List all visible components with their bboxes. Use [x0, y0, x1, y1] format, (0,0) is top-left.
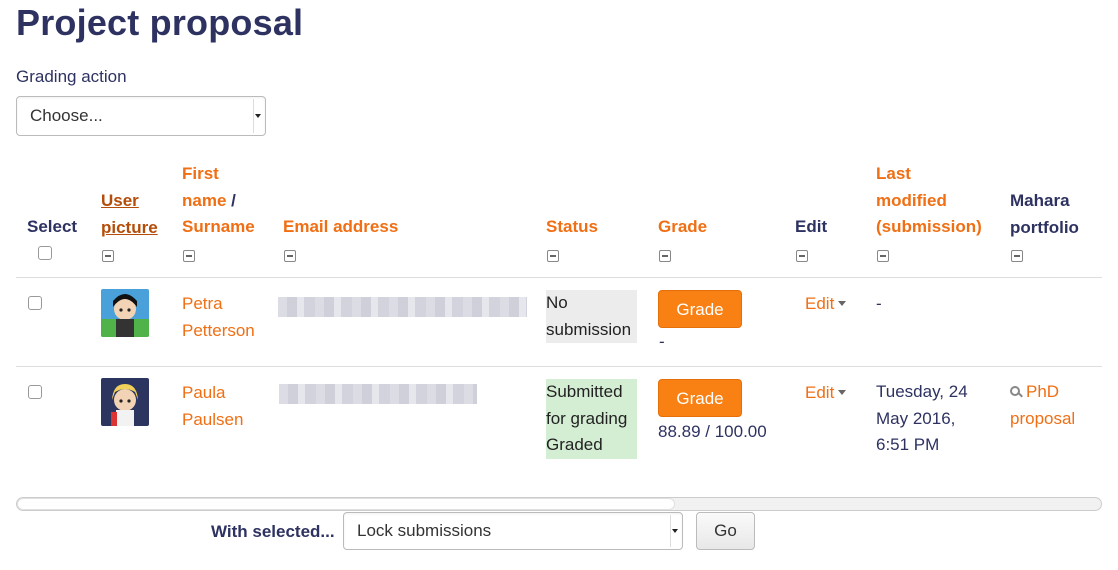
col-grade[interactable]: Grade — [658, 214, 707, 241]
collapse-icon[interactable] — [547, 250, 559, 262]
email-redacted — [278, 297, 527, 317]
col-status[interactable]: Status — [546, 214, 598, 241]
magnifier-icon — [1010, 386, 1020, 396]
last-modified: - — [876, 294, 882, 313]
row-checkbox[interactable] — [28, 296, 42, 310]
page-title: Project proposal — [16, 2, 304, 43]
row-checkbox[interactable] — [28, 385, 42, 399]
grade-value: 88.89 / 100.00 — [658, 422, 767, 441]
col-email[interactable]: Email address — [283, 214, 398, 241]
dropdown-caret-icon — [838, 390, 847, 395]
col-name[interactable]: First name / Surname — [182, 161, 255, 241]
collapse-icon[interactable] — [284, 250, 296, 262]
grade-value: - — [659, 332, 665, 351]
bulk-action-selected: Lock submissions — [357, 521, 492, 540]
collapse-icon[interactable] — [796, 250, 808, 262]
dropdown-caret-icon — [672, 529, 678, 533]
edit-menu[interactable]: Edit — [805, 294, 847, 314]
col-select: Select — [27, 217, 78, 236]
row-divider — [16, 366, 1102, 367]
collapse-icon[interactable] — [877, 250, 889, 262]
user-name[interactable]: Petra Petterson — [182, 291, 255, 344]
grade-button[interactable]: Grade — [658, 379, 742, 417]
collapse-icon[interactable] — [659, 250, 671, 262]
collapse-icon[interactable] — [1011, 250, 1023, 262]
col-mahara: Mahara portfolio — [1010, 191, 1079, 237]
avatar[interactable] — [101, 378, 149, 426]
last-modified: Tuesday, 24 May 2016, 6:51 PM — [876, 382, 968, 454]
horizontal-scrollbar[interactable] — [16, 497, 1102, 511]
user-name[interactable]: Paula Paulsen — [182, 380, 243, 433]
email-redacted — [279, 384, 477, 404]
with-selected-label: With selected... — [211, 522, 335, 541]
bulk-action-select[interactable]: Lock submissions — [343, 512, 683, 550]
grade-button[interactable]: Grade — [658, 290, 742, 328]
select-all-checkbox[interactable] — [38, 246, 52, 260]
grading-action-selected: Choose... — [30, 106, 103, 125]
avatar[interactable] — [101, 289, 149, 337]
collapse-icon[interactable] — [102, 250, 114, 262]
dropdown-caret-icon — [255, 114, 261, 118]
mahara-portfolio-link[interactable]: PhD proposal — [1010, 379, 1075, 432]
scrollbar-thumb[interactable] — [18, 499, 674, 509]
grading-action-select[interactable]: Choose... — [16, 96, 266, 136]
col-user-picture[interactable]: User picture — [101, 188, 158, 241]
status-badge: No submission — [546, 290, 637, 343]
grading-action-label: Grading action — [16, 67, 127, 86]
header-divider — [16, 277, 1102, 278]
collapse-icon[interactable] — [183, 250, 195, 262]
status-badge: Submitted for grading Graded — [546, 379, 637, 459]
col-edit: Edit — [795, 217, 828, 236]
dropdown-caret-icon — [838, 301, 847, 306]
col-last-modified[interactable]: Last modified (submission) — [876, 161, 982, 241]
go-button[interactable]: Go — [696, 512, 755, 550]
edit-menu[interactable]: Edit — [805, 383, 847, 403]
